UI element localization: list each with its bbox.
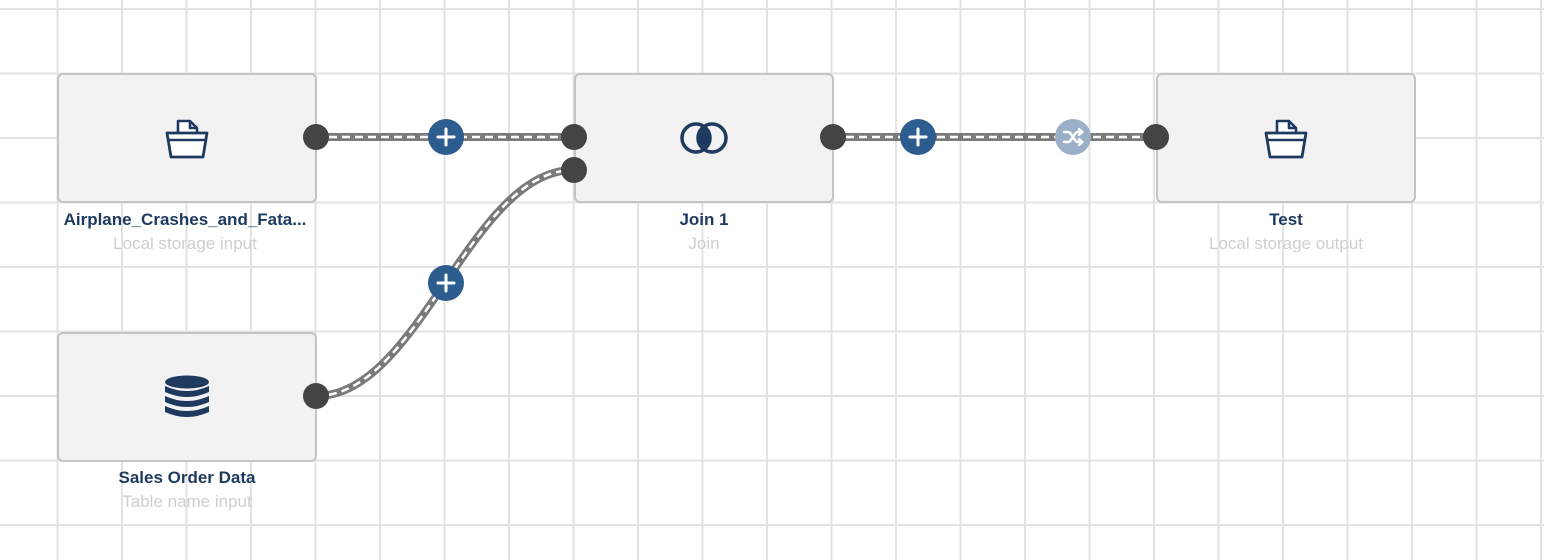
- node-test-caption: Test Local storage output: [1136, 209, 1436, 257]
- database-icon: [162, 372, 212, 422]
- add-step-button-sales-join[interactable]: [428, 265, 464, 301]
- shuffle-icon: [1055, 119, 1091, 155]
- node-test[interactable]: [1156, 73, 1416, 203]
- node-type: Join: [688, 234, 720, 253]
- node-type: Local storage output: [1208, 234, 1364, 253]
- node-join-caption: Join 1 Join: [554, 209, 854, 257]
- shuffle-button[interactable]: [1055, 119, 1091, 155]
- node-sales-order-data[interactable]: [57, 332, 317, 462]
- node-name[interactable]: Sales Order Data: [37, 467, 337, 489]
- test-input-port[interactable]: [1143, 124, 1169, 150]
- node-airplane-crashes[interactable]: [57, 73, 317, 203]
- add-step-button-join-test[interactable]: [900, 119, 936, 155]
- join-input-port-2[interactable]: [561, 157, 587, 183]
- storage-tray-icon: [1261, 113, 1311, 163]
- airplane-output-port[interactable]: [303, 124, 329, 150]
- node-sales-caption: Sales Order Data Table name input: [37, 467, 337, 515]
- node-airplane-caption: Airplane_Crashes_and_Fata... Local stora…: [37, 209, 333, 257]
- sales-output-port[interactable]: [303, 383, 329, 409]
- node-type: Table name input: [122, 492, 252, 511]
- node-name[interactable]: Test: [1136, 209, 1436, 231]
- storage-tray-icon: [162, 113, 212, 163]
- node-name[interactable]: Airplane_Crashes_and_Fata...: [37, 209, 333, 231]
- node-name[interactable]: Join 1: [554, 209, 854, 231]
- join-circles-icon: [677, 118, 731, 158]
- node-join-1[interactable]: [574, 73, 834, 203]
- node-type: Local storage input: [113, 234, 257, 253]
- join-output-port[interactable]: [820, 124, 846, 150]
- plus-icon: [900, 119, 936, 155]
- pipeline-canvas[interactable]: Airplane_Crashes_and_Fata... Local stora…: [0, 0, 1544, 560]
- plus-icon: [428, 265, 464, 301]
- join-input-port-1[interactable]: [561, 124, 587, 150]
- plus-icon: [428, 119, 464, 155]
- add-step-button-airplane-join[interactable]: [428, 119, 464, 155]
